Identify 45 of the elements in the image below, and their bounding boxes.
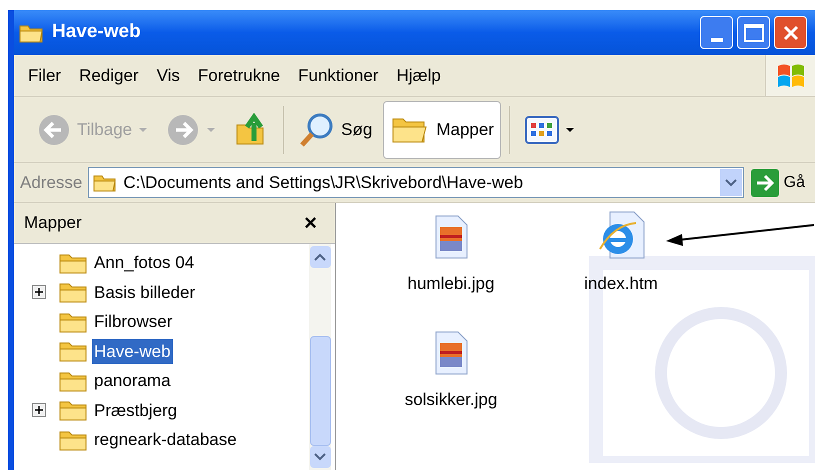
address-field[interactable]: C:\Documents and Settings\JR\Skrivebord\Have-web <box>88 167 744 198</box>
close-button[interactable] <box>774 16 807 49</box>
address-label: Adresse <box>20 172 82 194</box>
menu-item[interactable]: Vis <box>148 60 188 90</box>
file-name[interactable]: index.htm <box>584 271 658 296</box>
close-icon <box>782 24 800 42</box>
file-name[interactable]: solsikker.jpg <box>404 386 498 412</box>
dropdown-button[interactable] <box>720 169 742 196</box>
file-name[interactable]: humlebi.jpg <box>408 271 494 296</box>
caret-icon <box>206 126 216 132</box>
minimize-button[interactable] <box>700 16 733 49</box>
menu-item[interactable]: Filer <box>20 60 70 90</box>
maximize-button[interactable] <box>737 16 770 49</box>
search-icon <box>299 112 336 148</box>
windows-logo-icon <box>776 62 806 90</box>
scroll-down-button[interactable] <box>310 446 330 468</box>
menu-item[interactable]: Rediger <box>71 60 147 90</box>
menu-item[interactable]: Funktioner <box>290 60 386 90</box>
chevron-down-icon <box>314 453 326 461</box>
pane-title: Mapper <box>24 212 82 234</box>
scrollbar[interactable] <box>309 244 331 470</box>
folder-item[interactable]: Filbrowser <box>92 309 174 334</box>
views-grid-icon <box>524 114 559 144</box>
search-button[interactable]: Søg <box>292 100 380 158</box>
menu-item[interactable]: Hjælp <box>388 60 449 90</box>
caret-icon <box>138 126 148 132</box>
window-title: Have-web <box>52 20 141 44</box>
caret-icon <box>564 126 575 132</box>
folder-item[interactable]: Præstbjerg <box>92 398 180 423</box>
folder-item[interactable]: regneark-database <box>92 427 239 452</box>
folder-item[interactable]: Basis billeder <box>92 280 198 305</box>
go-button[interactable]: Gå <box>750 168 809 198</box>
close-pane-button[interactable]: × <box>304 212 317 234</box>
folders-button[interactable]: Mapper <box>383 100 501 158</box>
scroll-up-button[interactable] <box>310 246 330 268</box>
folder-item[interactable]: Have-web <box>92 338 173 364</box>
menu-item[interactable]: Foretrukne <box>190 60 288 90</box>
folder-item[interactable]: panorama <box>92 368 173 394</box>
folder-item[interactable]: Ann_fotos 04 <box>92 250 196 276</box>
chevron-down-icon <box>724 178 737 186</box>
expand-icon[interactable] <box>32 285 46 300</box>
folder-icon <box>93 172 118 192</box>
chevron-up-icon <box>314 253 326 261</box>
scroll-thumb[interactable] <box>310 336 330 446</box>
expand-icon[interactable] <box>32 403 46 418</box>
